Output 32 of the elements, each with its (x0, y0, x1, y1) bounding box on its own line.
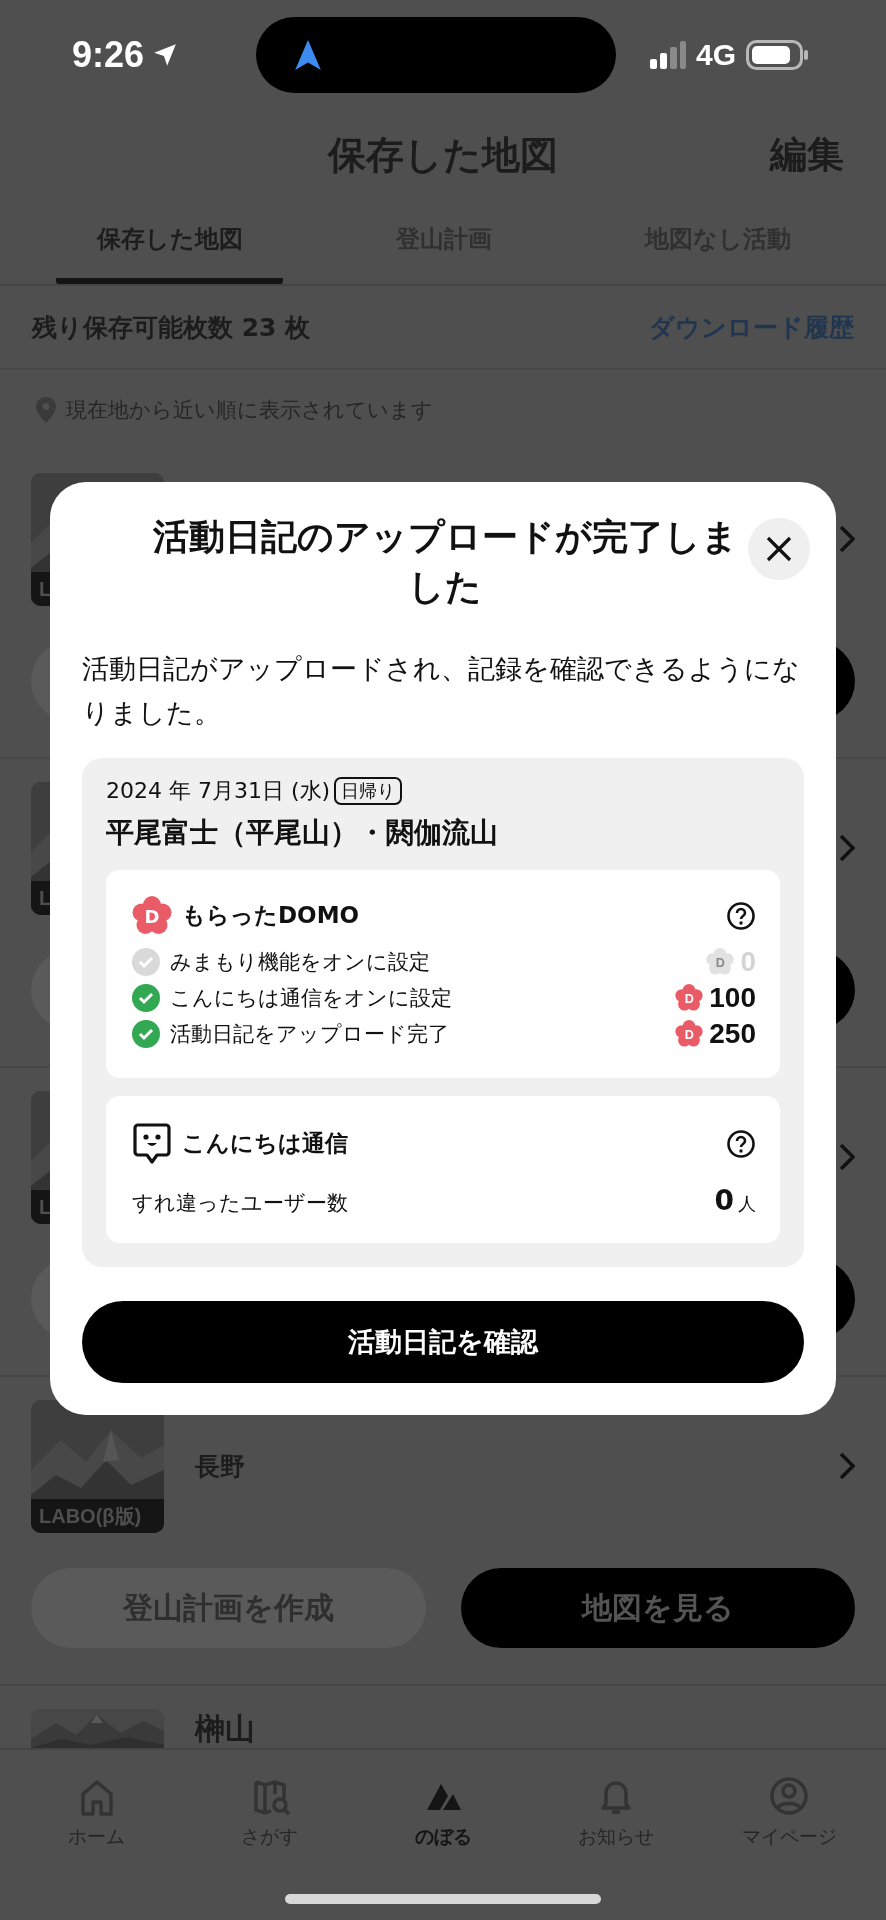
reward-label: 活動日記をアップロード完了 (170, 1020, 450, 1048)
encounter-count: 0 (714, 1183, 734, 1217)
dialog-message: 活動日記がアップロードされ、記録を確認できるようになりました。 (82, 651, 801, 731)
reward-points: 100 (709, 981, 756, 1014)
chevron-right-icon (839, 525, 855, 553)
record-date: 2024 年 7月31日 (水) (106, 776, 331, 805)
reward-label: みまもり機能をオンに設定 (170, 948, 431, 976)
domo-title: もらったDOMO (182, 901, 360, 931)
help-icon (726, 1128, 756, 1159)
trip-type-tag: 日帰り (334, 776, 403, 805)
greeting-face-icon (132, 1121, 172, 1166)
chevron-right-icon (839, 1143, 855, 1171)
location-arrow-icon (152, 42, 179, 68)
reward-label: こんにちは通信をオンに設定 (170, 984, 453, 1012)
signal-icon (650, 41, 686, 69)
network-label: 4G (696, 38, 737, 72)
labo-badge: LABO(β版) (31, 1499, 164, 1533)
close-icon (764, 534, 794, 564)
encounter-title: こんにちは通信 (182, 1129, 348, 1159)
tab-bar-item[interactable]: のぼる (356, 1760, 530, 1864)
battery-icon (746, 40, 809, 70)
help-icon (726, 900, 756, 931)
record-title: 平尾富士（平尾山）・閼伽流山 (106, 814, 499, 851)
navigation-arrow-icon (294, 40, 322, 70)
reward-points: 250 (709, 1017, 756, 1050)
view-map-button[interactable]: 地図を見る (460, 1568, 855, 1648)
profile-icon (769, 1774, 810, 1818)
clock-time: 9:26 (72, 34, 145, 76)
count-unit: 人 (738, 1192, 756, 1214)
view-diary-button[interactable]: 活動日記を確認 (82, 1300, 804, 1383)
chevron-right-icon (839, 834, 855, 862)
chevron-right-icon (839, 1452, 855, 1480)
